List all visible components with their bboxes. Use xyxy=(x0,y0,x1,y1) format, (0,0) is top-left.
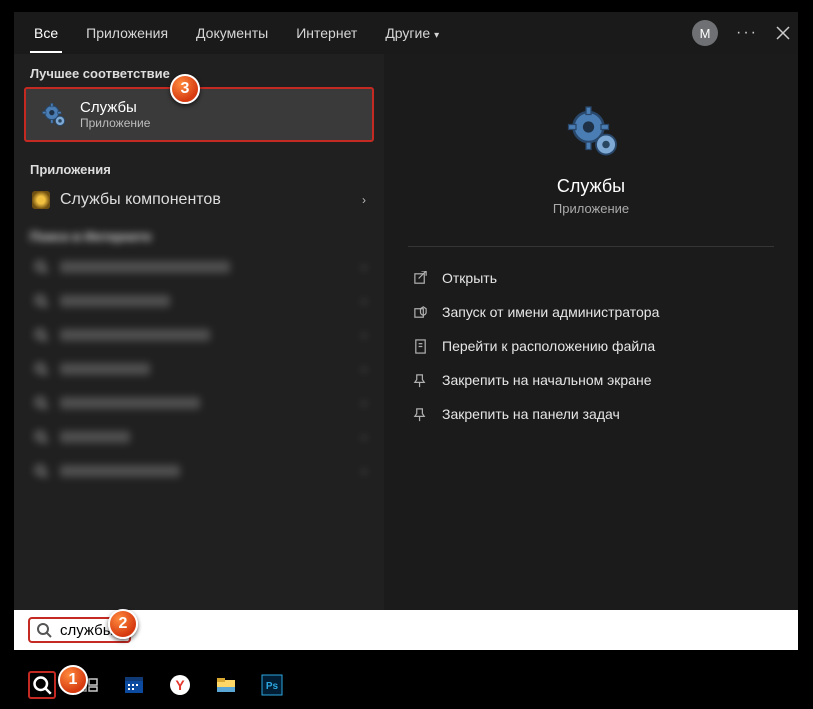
search-icon xyxy=(32,462,50,480)
more-icon[interactable]: ··· xyxy=(736,24,758,42)
chevron-right-icon: › xyxy=(362,260,366,274)
web-result[interactable]: › xyxy=(14,420,384,454)
app-row-components[interactable]: Службы компонентов › xyxy=(14,183,384,217)
header: Все Приложения Документы Интернет Другие… xyxy=(14,12,798,54)
best-match-item[interactable]: Службы Приложение xyxy=(24,87,374,142)
chevron-right-icon: › xyxy=(362,464,366,478)
search-icon xyxy=(36,622,52,638)
tab-apps[interactable]: Приложения xyxy=(82,15,172,52)
search-icon xyxy=(32,326,50,344)
search-icon xyxy=(32,394,50,412)
results-panel: Лучшее соответствие Службы Приложение Пр… xyxy=(14,54,384,644)
chevron-right-icon: › xyxy=(362,294,366,308)
action-open-location[interactable]: Перейти к расположению файла xyxy=(408,329,774,363)
svg-text:Y: Y xyxy=(175,677,185,693)
component-services-icon xyxy=(32,191,50,209)
callout-2: 2 xyxy=(108,609,138,639)
tabs: Все Приложения Документы Интернет Другие… xyxy=(30,15,682,52)
close-button[interactable] xyxy=(776,26,790,40)
gear-icon xyxy=(561,102,621,162)
folder-icon xyxy=(412,338,428,354)
taskbar-photoshop[interactable]: Ps xyxy=(258,671,286,699)
header-right: М ··· xyxy=(692,20,790,46)
web-result[interactable]: › xyxy=(14,386,384,420)
action-open[interactable]: Открыть xyxy=(408,261,774,295)
chevron-right-icon: › xyxy=(362,396,366,410)
taskbar-search-button[interactable] xyxy=(28,671,56,699)
tab-internet[interactable]: Интернет xyxy=(292,15,361,52)
taskbar: Y Ps xyxy=(0,661,813,709)
chevron-right-icon: › xyxy=(362,328,366,342)
pin-icon xyxy=(412,372,428,388)
web-header: Поиск в Интернете xyxy=(14,217,384,250)
taskbar-yandex[interactable]: Y xyxy=(166,671,194,699)
chevron-right-icon: › xyxy=(362,362,366,376)
web-result[interactable]: › xyxy=(14,318,384,352)
web-result[interactable]: › xyxy=(14,454,384,488)
chevron-down-icon: ▾ xyxy=(434,30,439,41)
action-pin-start[interactable]: Закрепить на начальном экране xyxy=(408,363,774,397)
tab-documents[interactable]: Документы xyxy=(192,15,272,52)
search-icon xyxy=(32,292,50,310)
action-run-admin[interactable]: Запуск от имени администратора xyxy=(408,295,774,329)
web-result[interactable]: › xyxy=(14,250,384,284)
callout-1: 1 xyxy=(58,665,88,695)
callout-3: 3 xyxy=(170,74,200,104)
gear-icon xyxy=(38,100,68,130)
search-text: службы xyxy=(60,622,114,639)
apps-header: Приложения xyxy=(14,150,384,183)
chevron-right-icon: › xyxy=(362,430,366,444)
actions-list: Открыть Запуск от имени администратора П… xyxy=(408,261,774,431)
search-icon xyxy=(32,258,50,276)
best-match-subtitle: Приложение xyxy=(80,116,150,130)
best-match-header: Лучшее соответствие xyxy=(14,54,384,87)
pin-icon xyxy=(412,406,428,422)
details-subtitle: Приложение xyxy=(553,201,629,216)
web-result[interactable]: › xyxy=(14,284,384,318)
best-match-title: Службы xyxy=(80,99,150,116)
tab-other[interactable]: Другие▾ xyxy=(381,15,443,52)
shield-icon xyxy=(412,304,428,320)
svg-text:Ps: Ps xyxy=(266,681,279,692)
details-panel: Службы Приложение Открыть Запуск от имен… xyxy=(384,54,798,644)
search-icon xyxy=(32,360,50,378)
taskbar-explorer[interactable] xyxy=(212,671,240,699)
taskbar-calendar[interactable] xyxy=(120,671,148,699)
tab-all[interactable]: Все xyxy=(30,15,62,53)
details-title: Службы xyxy=(557,176,625,197)
divider xyxy=(408,246,774,247)
web-result[interactable]: › xyxy=(14,352,384,386)
app-row-label: Службы компонентов xyxy=(60,191,221,209)
avatar[interactable]: М xyxy=(692,20,718,46)
search-icon xyxy=(32,428,50,446)
search-window: Все Приложения Документы Интернет Другие… xyxy=(14,12,798,644)
chevron-right-icon: › xyxy=(362,193,366,207)
body: Лучшее соответствие Службы Приложение Пр… xyxy=(14,54,798,644)
action-pin-taskbar[interactable]: Закрепить на панели задач xyxy=(408,397,774,431)
open-icon xyxy=(412,270,428,286)
